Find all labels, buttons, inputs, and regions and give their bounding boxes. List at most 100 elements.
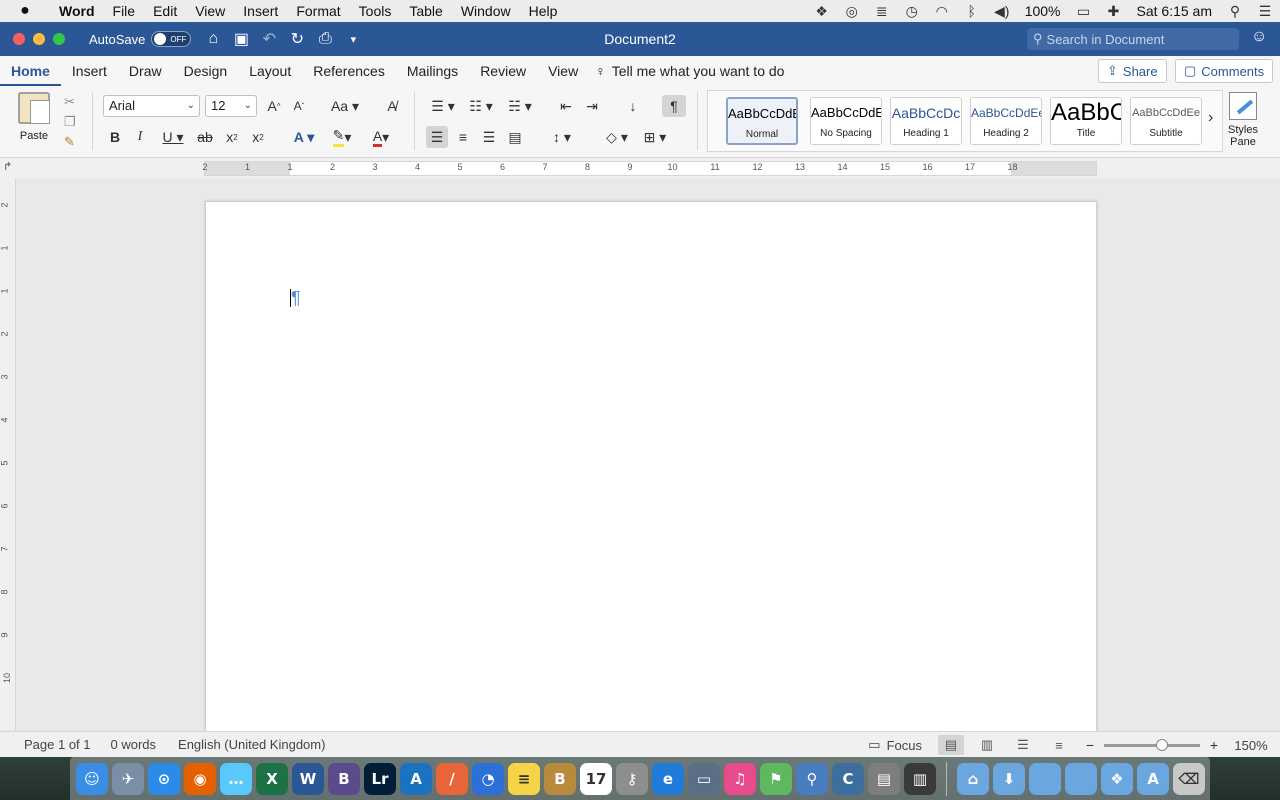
dock-clock-icon[interactable]: ◔ (472, 762, 504, 795)
save-icon[interactable]: ▣ (229, 27, 253, 51)
dock-folder-1-icon[interactable] (1029, 762, 1061, 795)
font-name-select[interactable]: Arial ⌄ (103, 95, 200, 117)
battery-percent[interactable]: 100% (1017, 3, 1069, 19)
web-layout-view-button[interactable]: ▥ (974, 735, 1000, 755)
undo-icon[interactable]: ↶ (257, 27, 281, 51)
zoom-slider[interactable] (1104, 738, 1200, 751)
proofing-language[interactable]: English (United Kingdom) (178, 737, 325, 752)
zoom-percentage[interactable]: 150% (1222, 738, 1280, 753)
dock-finder-icon[interactable]: ☺ (76, 762, 108, 795)
dock-affinity-designer-icon[interactable]: A (400, 762, 432, 795)
print-icon[interactable]: ⎙ (313, 27, 337, 51)
dock-safari-icon[interactable]: ⊙ (148, 762, 180, 795)
bluetooth-icon[interactable]: ᛒ (957, 3, 987, 19)
dock-calendar-icon[interactable]: 17 (580, 762, 612, 795)
customize-toolbar-icon[interactable]: ▾ (341, 27, 365, 51)
focus-mode-button[interactable]: ▭ Focus (868, 737, 922, 753)
font-color-button[interactable]: A ▾ (364, 126, 398, 148)
menu-window[interactable]: Window (452, 0, 520, 22)
multilevel-list-button[interactable]: ☵ ▾ (503, 95, 537, 117)
redo-icon[interactable]: ↻ (285, 27, 309, 51)
dock-dropbox-folder-icon[interactable]: ❖ (1101, 762, 1133, 795)
underline-button[interactable]: U ▾ (157, 126, 189, 148)
align-left-button[interactable]: ☰ (426, 126, 448, 148)
dock-downloads-folder-icon[interactable]: ⬇ (993, 762, 1025, 795)
menu-insert[interactable]: Insert (234, 0, 287, 22)
menu-format[interactable]: Format (287, 0, 349, 22)
tab-design[interactable]: Design (173, 56, 239, 86)
page-count[interactable]: Page 1 of 1 (24, 737, 91, 752)
dropbox-icon[interactable]: ❖ (807, 3, 837, 20)
styles-pane-button[interactable]: Styles Pane (1226, 92, 1260, 148)
numbering-button[interactable]: ☷ ▾ (464, 95, 498, 117)
dock-home-folder-icon[interactable]: ⌂ (957, 762, 989, 795)
tab-references[interactable]: References (302, 56, 396, 86)
paste-button[interactable]: Paste (14, 92, 54, 142)
tab-mailings[interactable]: Mailings (396, 56, 469, 86)
tab-view[interactable]: View (537, 56, 589, 86)
change-case-button[interactable]: Aa ▾ (328, 95, 362, 117)
menubar-clock[interactable]: Sat 6:15 am (1129, 3, 1221, 19)
bullets-button[interactable]: ☰ ▾ (426, 95, 460, 117)
comments-button[interactable]: ▢ Comments (1175, 59, 1274, 83)
dock-word-icon[interactable]: W (292, 762, 324, 795)
dock-applications-folder-icon[interactable]: A (1137, 762, 1169, 795)
decrease-indent-button[interactable]: ⇤ (556, 95, 576, 117)
dock-preview-icon[interactable]: ✈ (112, 762, 144, 795)
tab-selector-icon[interactable]: ↱ (3, 160, 12, 173)
dock-spotlight-icon[interactable]: ⚲ (796, 762, 828, 795)
text-effects-button[interactable]: A ▾ (287, 126, 321, 148)
autosave-toggle[interactable]: OFF (151, 31, 192, 47)
italic-button[interactable]: I (131, 126, 149, 148)
style-heading-2[interactable]: AaBbCcDdEe Heading 2 (970, 97, 1042, 145)
horizontal-ruler[interactable]: 2 1 1 2 3 4 5 6 7 8 9 10 11 12 13 14 15 16 17 18 (202, 161, 1097, 176)
spotlight-search-icon[interactable]: ⚲ (1220, 3, 1250, 20)
menu-tools[interactable]: Tools (350, 0, 401, 22)
input-source-flag-icon[interactable]: ✚ (1099, 3, 1129, 20)
menu-help[interactable]: Help (520, 0, 567, 22)
notification-center-icon[interactable]: ☰ (1250, 3, 1280, 20)
minimize-window-button[interactable] (33, 33, 45, 45)
close-window-button[interactable] (13, 33, 25, 45)
dock-notes-icon[interactable]: ≡ (508, 762, 540, 795)
battery-icon[interactable]: ▭ (1069, 3, 1099, 20)
menu-view[interactable]: View (186, 0, 234, 22)
vertical-ruler[interactable]: 2 1 1 2 3 4 5 6 7 8 9 10 (0, 178, 16, 730)
creative-cloud-icon[interactable]: ◎ (837, 3, 867, 20)
stats-icon[interactable]: ≣ (867, 3, 897, 20)
line-spacing-button[interactable]: ↕ ▾ (544, 126, 580, 148)
borders-button[interactable]: ⊞ ▾ (638, 126, 672, 148)
dock-firefox-icon[interactable]: ◉ (184, 762, 216, 795)
menu-edit[interactable]: Edit (144, 0, 186, 22)
tab-insert[interactable]: Insert (61, 56, 118, 86)
apple-menu-icon[interactable]: ● (0, 2, 50, 20)
style-title[interactable]: AaBbC Title (1050, 97, 1122, 145)
outline-view-button[interactable]: ☰ (1010, 735, 1036, 755)
share-button[interactable]: ⇪ Share (1098, 59, 1167, 83)
dock-maps-icon[interactable]: ⚑ (760, 762, 792, 795)
superscript-button[interactable]: x2 (248, 126, 268, 148)
dock-image-capture-icon[interactable]: ▭ (688, 762, 720, 795)
bold-button[interactable]: B (106, 126, 124, 148)
dock-trash-icon[interactable]: ⌫ (1173, 762, 1205, 795)
wifi-icon[interactable]: ◠ (927, 3, 957, 20)
dock-affinity-publisher-icon[interactable]: / (436, 762, 468, 795)
menu-table[interactable]: Table (400, 0, 451, 22)
dock-stats-icon[interactable]: ▥ (904, 762, 936, 795)
dock-lightroom-icon[interactable]: Lr (364, 762, 396, 795)
dock-bbedit-icon[interactable]: B (328, 762, 360, 795)
volume-icon[interactable]: ◀) (987, 3, 1017, 20)
zoom-slider-knob[interactable] (1156, 738, 1168, 751)
subscript-button[interactable]: x2 (222, 126, 242, 148)
dock-itunes-icon[interactable]: ♫ (724, 762, 756, 795)
dock-edge-icon[interactable]: e (652, 762, 684, 795)
dock-excel-icon[interactable]: X (256, 762, 288, 795)
increase-indent-button[interactable]: ⇥ (582, 95, 602, 117)
chevron-right-icon[interactable]: › (1208, 109, 1213, 127)
tab-draw[interactable]: Draw (118, 56, 173, 86)
copy-icon[interactable]: ❐ (64, 114, 76, 130)
tell-me-box[interactable]: ♀ Tell me what you want to do (595, 63, 784, 79)
tab-layout[interactable]: Layout (238, 56, 302, 86)
feedback-smiley-icon[interactable]: ☺ (1251, 28, 1267, 46)
print-layout-view-button[interactable]: ▤ (938, 735, 964, 755)
